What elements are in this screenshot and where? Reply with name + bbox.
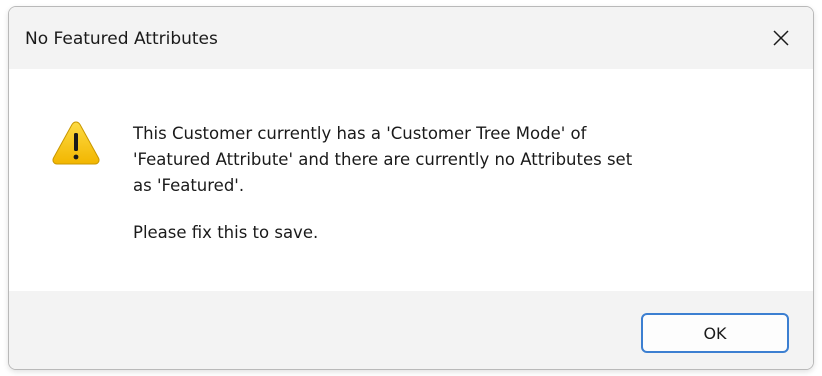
close-icon (773, 30, 789, 46)
message-dialog: No Featured Attributes This Customer cur… (8, 6, 814, 370)
message-line: as 'Featured'. (133, 176, 245, 195)
title-bar: No Featured Attributes (9, 7, 813, 69)
dialog-content: This Customer currently has a 'Customer … (9, 69, 813, 291)
message-followup: Please fix this to save. (133, 223, 319, 242)
dialog-footer: OK (9, 291, 813, 369)
dialog-message: This Customer currently has a 'Customer … (133, 121, 773, 246)
ok-button[interactable]: OK (641, 313, 789, 353)
warning-icon (52, 121, 100, 165)
close-button[interactable] (749, 7, 813, 69)
dialog-title: No Featured Attributes (25, 29, 218, 49)
message-line: This Customer currently has a 'Customer … (133, 124, 587, 143)
message-line: 'Featured Attribute' and there are curre… (133, 150, 633, 169)
